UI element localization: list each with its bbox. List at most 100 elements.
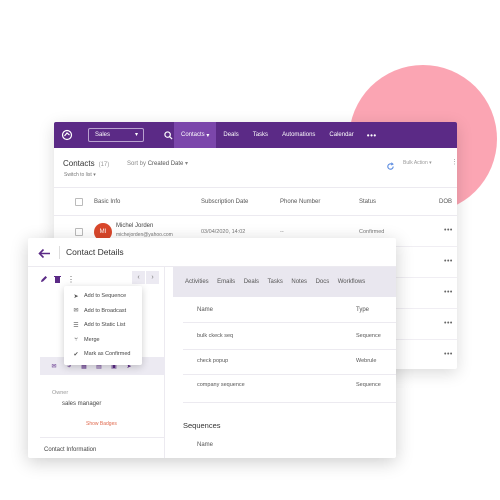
divider — [183, 374, 396, 375]
refresh-icon[interactable] — [386, 158, 396, 170]
contact-right-panel: Activities Emails Deals Tasks Notes Docs… — [173, 267, 396, 458]
menu-item-merge[interactable]: ⑂ Merge — [64, 333, 142, 348]
status-value: Confirmed — [359, 229, 385, 235]
divider — [59, 246, 60, 259]
tab-workflows[interactable]: Workflows — [338, 279, 366, 285]
send-icon: ➤ — [73, 293, 79, 300]
row-more-button[interactable]: ••• — [444, 289, 453, 296]
chevron-down-icon: ▾ — [134, 132, 138, 138]
menu-item-label: Add to Static List — [84, 322, 126, 329]
tab-docs[interactable]: Docs — [316, 279, 330, 285]
sequences-heading: Sequences — [183, 421, 221, 430]
chevron-down-icon: ▾ — [93, 172, 96, 178]
contact-details-header: Contact Details — [28, 238, 396, 267]
chevron-down-icon: ▾ — [185, 161, 189, 167]
mail-icon: ✉ — [73, 308, 79, 315]
module-select[interactable]: Sales ▾ — [88, 128, 144, 142]
column-header[interactable]: Status — [359, 199, 376, 205]
sort-by-control[interactable]: Sort by Created Date ▾ — [127, 160, 188, 167]
actions-dropdown: ➤ Add to Sequence ✉ Add to Broadcast ☰ Add … — [64, 286, 142, 365]
sort-label: Sort by — [127, 161, 147, 167]
tabs-bar: Activities Emails Deals Tasks Notes Docs… — [173, 267, 396, 297]
nav-item-deals[interactable]: Deals — [216, 122, 245, 148]
column-header: Name — [197, 442, 214, 448]
workflow-type: Sequence — [356, 333, 381, 339]
record-nav: ‹ › — [132, 271, 159, 284]
module-select-value: Sales — [95, 132, 111, 138]
contact-details-window: Contact Details ⋮ ‹ › ➤ Add to Sequence ✉… — [28, 238, 396, 458]
column-header: Type — [356, 307, 370, 313]
nav-item-label: Calendar — [329, 132, 354, 138]
menu-item-mark-as-confirmed[interactable]: ✔ Mark as Confirmed — [64, 347, 142, 362]
show-badges-link[interactable]: Show Badges — [86, 421, 117, 427]
edit-icon[interactable] — [40, 270, 48, 288]
contact-information-heading: Contact Information — [44, 447, 97, 453]
back-arrow-icon[interactable] — [38, 246, 52, 259]
table-header: Basic Info Subscription Date Phone Numbe… — [54, 188, 457, 216]
menu-item-add-to-broadcast[interactable]: ✉ Add to Broadcast — [64, 304, 142, 319]
app-logo-icon[interactable] — [60, 128, 74, 142]
chevron-down-icon: ▾ — [429, 160, 432, 166]
chevron-down-icon: ▾ — [206, 132, 210, 139]
contact-name[interactable]: Michel Jorden — [116, 223, 153, 229]
column-header[interactable]: DOB — [439, 199, 452, 205]
row-more-button[interactable]: ••• — [444, 351, 453, 358]
row-checkbox[interactable] — [75, 228, 83, 236]
menu-item-add-to-sequence[interactable]: ➤ Add to Sequence — [64, 289, 142, 304]
tab-notes[interactable]: Notes — [291, 279, 307, 285]
workflow-type: Sequence — [356, 382, 381, 388]
nav-item-tasks[interactable]: Tasks — [246, 122, 275, 148]
nav-item-label: Automations — [282, 132, 316, 138]
delete-icon[interactable] — [54, 270, 61, 288]
search-icon[interactable] — [162, 129, 174, 141]
nav-item-contacts[interactable]: Contacts ▾ — [174, 122, 217, 148]
kebab-menu-icon[interactable]: ⋮ — [451, 158, 457, 166]
column-header[interactable]: Phone Number — [280, 199, 320, 205]
page-title: Contacts (17) — [63, 159, 109, 168]
nav-item-automations[interactable]: Automations — [275, 122, 322, 148]
more-vertical-icon[interactable]: ⋮ — [67, 275, 75, 284]
tab-emails[interactable]: Emails — [217, 279, 235, 285]
tab-tasks[interactable]: Tasks — [268, 279, 283, 285]
check-icon: ✔ — [73, 351, 79, 358]
prev-record-button[interactable]: ‹ — [132, 271, 145, 284]
page-title-text: Contacts — [63, 159, 95, 168]
column-header[interactable]: Basic Info — [94, 199, 120, 205]
divider — [183, 322, 396, 323]
list-icon: ☰ — [73, 322, 79, 329]
bulk-action-dropdown[interactable]: Bulk Action ▾ — [403, 160, 432, 166]
stage: Sales ▾ Contacts ▾ Deals Tasks Automatio… — [0, 0, 500, 500]
switch-to-list-link[interactable]: Switch to list ▾ — [64, 172, 96, 178]
row-more-button[interactable]: ••• — [444, 258, 453, 265]
divider — [183, 349, 396, 350]
top-nav: Sales ▾ Contacts ▾ Deals Tasks Automatio… — [54, 122, 457, 148]
tab-activities[interactable]: Activities — [185, 279, 209, 285]
menu-item-label: Merge — [84, 336, 100, 343]
workflow-name[interactable]: bulk ckeck seq — [197, 333, 233, 339]
tab-deals[interactable]: Deals — [244, 279, 259, 285]
divider — [40, 437, 165, 438]
next-record-button[interactable]: › — [146, 271, 159, 284]
nav-item-label: Deals — [223, 132, 239, 138]
nav-more-button[interactable]: ••• — [361, 131, 383, 140]
workflow-name[interactable]: company sequence — [197, 382, 245, 388]
menu-item-add-to-static-list[interactable]: ☰ Add to Static List — [64, 318, 142, 333]
list-subbar: Contacts (17) Switch to list ▾ Sort by Cr… — [54, 148, 457, 188]
row-more-button[interactable]: ••• — [444, 227, 453, 234]
switch-to-list-label: Switch to list — [64, 172, 92, 178]
row-more-button[interactable]: ••• — [444, 320, 453, 327]
subscription-date: 03/04/2020, 14:02 — [201, 229, 246, 235]
workflow-type: Webrule — [356, 358, 377, 364]
email-icon[interactable]: ✉ — [50, 362, 58, 370]
workflow-name[interactable]: check popup — [197, 358, 228, 364]
bulk-action-label: Bulk Action — [403, 160, 428, 166]
nav-item-calendar[interactable]: Calendar — [322, 122, 360, 148]
owner-value: sales manager — [62, 401, 102, 407]
nav-item-label: Tasks — [252, 132, 269, 138]
contact-toolbar: ⋮ — [40, 274, 75, 284]
contacts-count: (17) — [98, 162, 110, 168]
select-all-checkbox[interactable] — [75, 198, 83, 206]
column-header[interactable]: Subscription Date — [201, 199, 248, 205]
phone-number: -- — [280, 229, 284, 235]
page-title: Contact Details — [66, 247, 124, 257]
